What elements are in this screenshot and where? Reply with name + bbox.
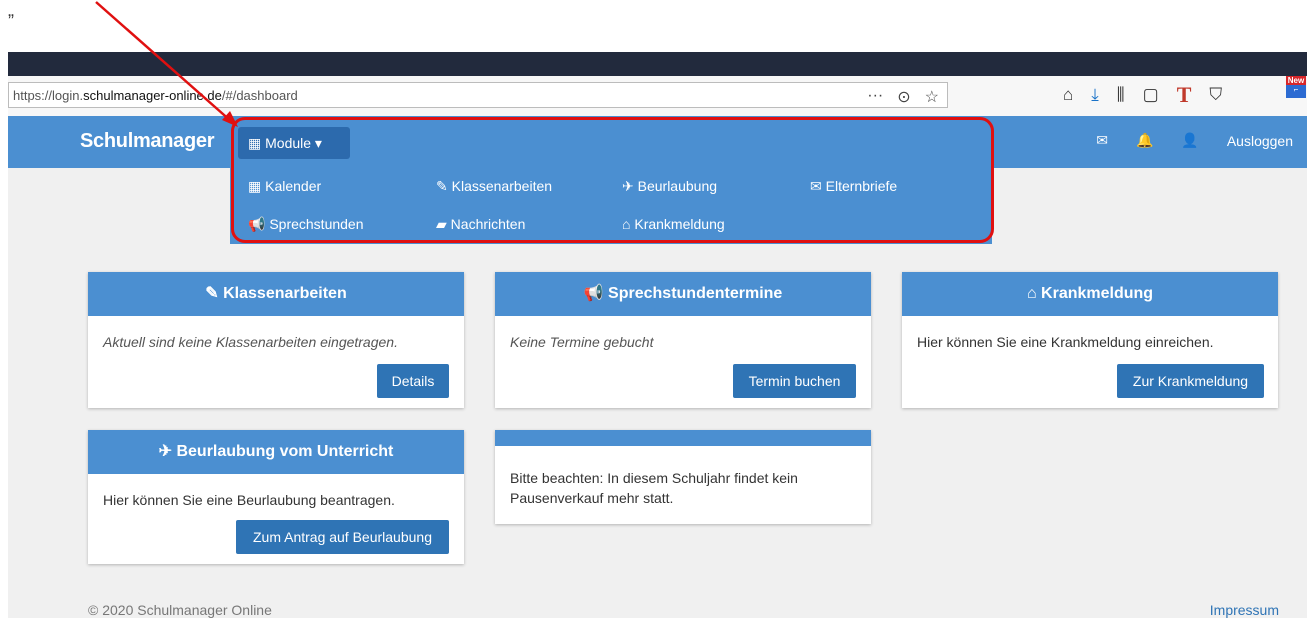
- pocket-icon[interactable]: ⊙: [897, 87, 910, 107]
- card-text: Aktuell sind keine Klassenarbeiten einge…: [103, 334, 398, 350]
- nav-right: ✉ 🔔 👤 Ausloggen: [1082, 132, 1307, 149]
- termin-buchen-button[interactable]: Termin buchen: [733, 364, 856, 398]
- card-title: ⌂ Krankmeldung: [902, 272, 1278, 316]
- copyright-text: © 2020 Schulmanager Online: [88, 602, 272, 618]
- card-title: ✎ Klassenarbeiten: [88, 272, 464, 316]
- download-icon[interactable]: ⤓: [1091, 85, 1099, 105]
- card-header-empty: [495, 430, 871, 446]
- mail-icon[interactable]: ✉: [1082, 132, 1122, 149]
- card-klassenarbeiten: ✎ Klassenarbeiten Aktuell sind keine Kla…: [88, 272, 464, 408]
- card-beurlaubung: ✈ Beurlaubung vom Unterricht Hier können…: [88, 430, 464, 564]
- page-actions: ··· ⊙ ☆: [867, 87, 939, 107]
- shield-icon[interactable]: ⛉: [1209, 85, 1222, 105]
- antrag-beurlaubung-button[interactable]: Zum Antrag auf Beurlaubung: [236, 520, 449, 554]
- card-text: Hier können Sie eine Beurlaubung beantra…: [103, 492, 395, 508]
- new-badge-label: New: [1286, 76, 1306, 85]
- card-title: ✈ Beurlaubung vom Unterricht: [88, 430, 464, 474]
- card-notice: Bitte beachten: In diesem Schuljahr find…: [495, 430, 871, 524]
- more-actions-icon[interactable]: ···: [867, 87, 883, 107]
- card-text: Hier können Sie eine Krankmeldung einrei…: [917, 334, 1214, 350]
- screenshot-root: „ https://login.schulmanager-online.de/#…: [0, 0, 1307, 618]
- new-badge-icon[interactable]: New ⌐: [1286, 76, 1306, 98]
- sidebar-icon[interactable]: ▢: [1143, 85, 1159, 105]
- extension-t-icon[interactable]: T: [1177, 82, 1192, 108]
- notice-text: Bitte beachten: In diesem Schuljahr find…: [510, 470, 798, 506]
- card-title: 📢 Sprechstundentermine: [495, 272, 871, 316]
- impressum-link[interactable]: Impressum: [1210, 602, 1279, 618]
- logout-link[interactable]: Ausloggen: [1213, 133, 1307, 149]
- card-krankmeldung: ⌂ Krankmeldung Hier können Sie eine Kran…: [902, 272, 1278, 408]
- bell-icon[interactable]: 🔔: [1122, 132, 1167, 149]
- card-sprechstunden: 📢 Sprechstundentermine Keine Termine geb…: [495, 272, 871, 408]
- card-text: Keine Termine gebucht: [510, 334, 654, 350]
- user-icon[interactable]: 👤: [1167, 132, 1212, 149]
- bookmark-star-icon[interactable]: ☆: [925, 87, 939, 107]
- home-icon[interactable]: ⌂: [1063, 85, 1073, 105]
- library-icon[interactable]: ⫼: [1117, 85, 1125, 105]
- annotation-highlight-box: [231, 117, 994, 243]
- zur-krankmeldung-button[interactable]: Zur Krankmeldung: [1117, 364, 1264, 398]
- details-button[interactable]: Details: [377, 364, 449, 398]
- browser-toolbar-icons: ⌂ ⤓ ⫼ ▢ T ⛉: [1063, 82, 1222, 108]
- annotation-arrow: [95, 1, 238, 127]
